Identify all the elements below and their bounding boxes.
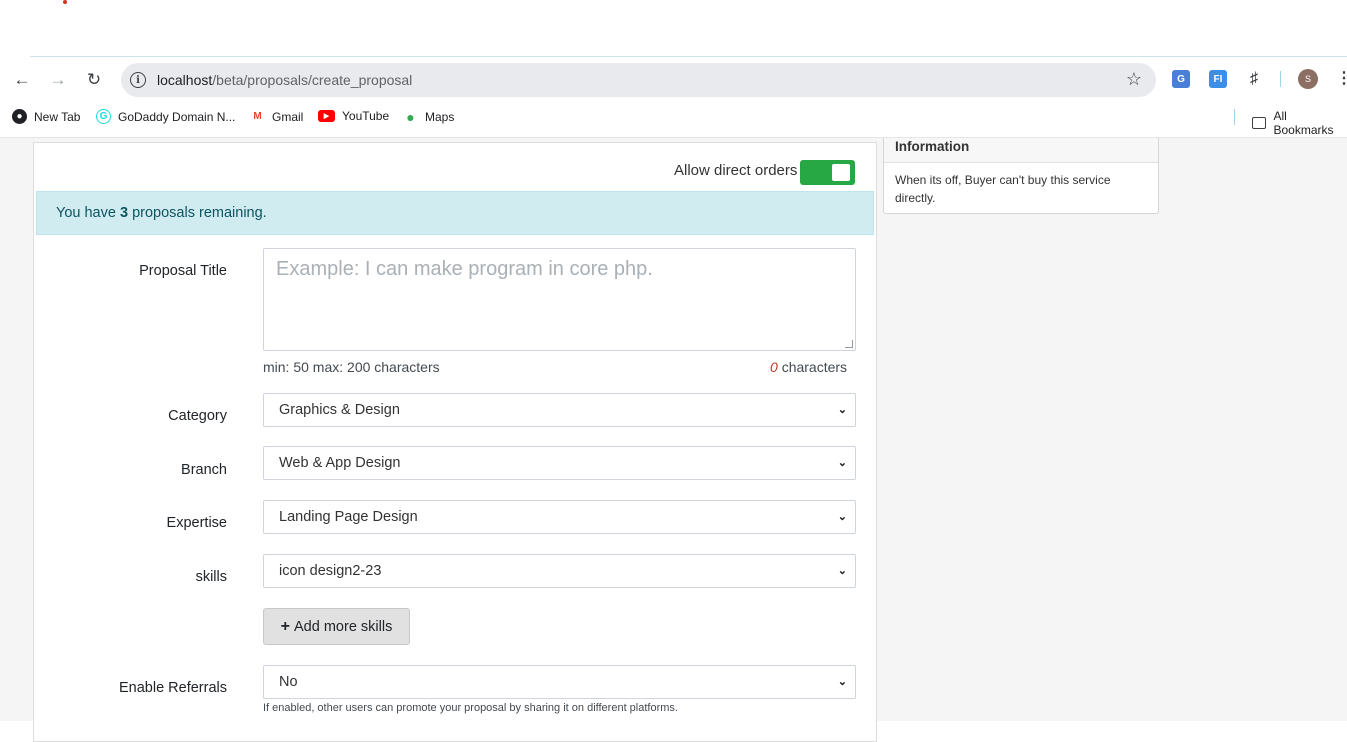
- alert-prefix: You have: [56, 205, 116, 221]
- direct-orders-label: Allow direct orders: [674, 162, 798, 179]
- proposals-remaining-alert: You have 3 proposals remaining.: [36, 191, 874, 235]
- referrals-select[interactable]: No ⌄: [263, 665, 856, 699]
- profile-avatar[interactable]: S: [1298, 69, 1318, 89]
- translate-extension-icon[interactable]: G: [1172, 70, 1190, 88]
- fi-extension-icon[interactable]: FI: [1209, 70, 1227, 88]
- chevron-down-icon: ⌄: [837, 565, 847, 577]
- title-char-count: 0 characters: [770, 359, 847, 375]
- category-label: Category: [168, 408, 227, 424]
- toggle-knob: [832, 164, 850, 181]
- title-limits-hint: min: 50 max: 200 characters: [263, 359, 440, 375]
- toolbar-separator: [1280, 71, 1281, 87]
- bookmark-youtube[interactable]: ▶ YouTube: [318, 109, 389, 123]
- tab-strip: [0, 0, 1347, 57]
- chevron-down-icon: ⌄: [837, 676, 847, 688]
- expertise-select[interactable]: Landing Page Design ⌄: [263, 500, 856, 534]
- information-panel: Information When its off, Buyer can't bu…: [883, 138, 1159, 214]
- branch-label: Branch: [181, 462, 227, 478]
- category-value: Graphics & Design: [279, 402, 400, 418]
- bookmarks-separator: [1234, 109, 1235, 125]
- globe-icon: ●: [12, 109, 27, 124]
- all-bookmarks[interactable]: All Bookmarks: [1252, 109, 1347, 137]
- plus-icon: +: [280, 617, 291, 635]
- enable-referrals-label: Enable Referrals: [119, 680, 227, 696]
- reload-icon[interactable]: ↻: [81, 67, 107, 93]
- title-placeholder: Example: I can make program in core php.: [276, 258, 653, 280]
- maps-icon: ●: [406, 108, 415, 125]
- all-bookmarks-label: All Bookmarks: [1273, 109, 1334, 137]
- category-select[interactable]: Graphics & Design ⌄: [263, 393, 856, 427]
- proposal-title-label: Proposal Title: [139, 263, 227, 279]
- branch-select[interactable]: Web & App Design ⌄: [263, 446, 856, 480]
- site-info-icon[interactable]: i: [130, 72, 146, 88]
- chevron-down-icon: ⌄: [837, 511, 847, 523]
- extensions-puzzle-icon[interactable]: ♯: [1245, 70, 1263, 88]
- chevron-down-icon: ⌄: [837, 457, 847, 469]
- godaddy-icon: G: [96, 109, 111, 124]
- back-arrow-icon[interactable]: ←: [9, 67, 35, 93]
- skills-label: skills: [195, 569, 227, 585]
- url-text[interactable]: localhost/beta/proposals/create_proposal: [157, 72, 412, 88]
- proposal-title-input[interactable]: Example: I can make program in core php.: [263, 248, 856, 351]
- forward-arrow-icon[interactable]: →: [45, 67, 71, 93]
- bookmark-gmail[interactable]: M Gmail: [250, 109, 303, 124]
- information-title: Information: [884, 138, 1158, 163]
- skills-value: icon design2-23: [279, 563, 382, 579]
- information-body: When its off, Buyer can't buy this servi…: [895, 173, 1111, 205]
- youtube-icon: ▶: [318, 110, 335, 122]
- chevron-down-icon: ⌄: [837, 404, 847, 416]
- bookmark-label: YouTube: [342, 109, 390, 123]
- bookmark-label: Maps: [425, 109, 455, 124]
- expertise-value: Landing Page Design: [279, 509, 418, 525]
- page-content: Allow direct orders You have 3 proposals…: [0, 137, 1347, 742]
- branch-value: Web & App Design: [279, 455, 401, 471]
- proposal-form-card: Allow direct orders You have 3 proposals…: [33, 142, 877, 742]
- bookmark-new-tab[interactable]: ● New Tab: [12, 109, 80, 124]
- char-count-suffix: characters: [781, 359, 848, 375]
- bookmark-maps[interactable]: ● Maps: [403, 108, 455, 125]
- add-more-skills-button[interactable]: + Add more skills: [263, 608, 410, 645]
- add-skills-label: Add more skills: [294, 618, 393, 635]
- alert-suffix: proposals remaining.: [132, 205, 267, 221]
- bookmark-label: New Tab: [34, 109, 81, 124]
- resize-grip-icon[interactable]: [845, 340, 853, 348]
- gmail-icon: M: [253, 111, 262, 122]
- browser-toolbar: ← → ↻ i localhost/beta/proposals/create_…: [0, 57, 1347, 102]
- folder-icon: [1252, 117, 1267, 129]
- expertise-label: Expertise: [166, 515, 227, 531]
- bookmark-label: Gmail: [272, 109, 304, 124]
- address-bar[interactable]: i localhost/beta/proposals/create_propos…: [121, 63, 1156, 97]
- char-count-number: 0: [770, 359, 778, 375]
- referrals-value: No: [279, 674, 298, 690]
- bookmark-label: GoDaddy Domain N...: [118, 109, 236, 124]
- bookmark-star-icon[interactable]: ☆: [1126, 69, 1142, 90]
- skills-select[interactable]: icon design2-23 ⌄: [263, 554, 856, 588]
- bookmark-godaddy[interactable]: G GoDaddy Domain N...: [96, 109, 235, 124]
- alert-count: 3: [119, 205, 129, 221]
- bookmarks-bar: ● New Tab G GoDaddy Domain N... M Gmail …: [0, 102, 1347, 137]
- direct-orders-toggle[interactable]: [800, 160, 855, 185]
- referrals-hint: If enabled, other users can promote your…: [263, 702, 678, 714]
- tab-indicator: [63, 0, 67, 4]
- menu-kebab-icon[interactable]: ⋮: [1336, 68, 1347, 88]
